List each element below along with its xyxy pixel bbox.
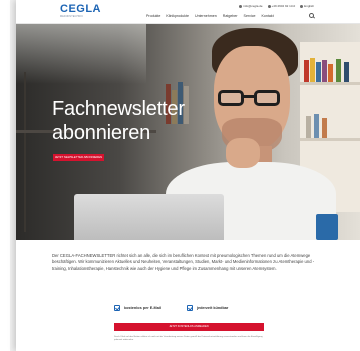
phone-icon <box>267 4 271 8</box>
hero-mug <box>316 214 338 240</box>
checkbox-check-icon <box>186 305 193 311</box>
search-icon[interactable] <box>309 13 314 18</box>
hero-window-light <box>16 24 146 84</box>
feature-label: jederzeit kündbar <box>196 306 229 310</box>
subscribe-newsletter-button[interactable]: JETZT NEWSLETTER ABONNIEREN <box>53 154 104 161</box>
signup-cta-button[interactable]: JETZT KOSTENLOS ANMELDEN <box>114 323 264 331</box>
nav-item-ratgeber[interactable]: Ratgeber <box>223 14 238 18</box>
main-nav: Produkte Klinikprodukte Unternehmen Ratg… <box>146 14 274 18</box>
website-page: CEGLA MEDIZINTECHNIK info@cegla.de +49 2… <box>16 0 360 351</box>
logo-wordmark: CEGLA <box>60 3 101 15</box>
hero-title-line1: Fachnewsletter <box>52 98 185 120</box>
utility-email-label: info@cegla.de <box>243 4 263 8</box>
hero-bookshelf-left <box>24 72 26 232</box>
nav-item-kontakt[interactable]: Kontakt <box>262 14 274 18</box>
nav-item-klinikprodukte[interactable]: Klinikprodukte <box>166 14 189 18</box>
utility-phone-label: +49 2602 92 13-0 <box>271 4 296 8</box>
utility-language[interactable]: English <box>300 4 314 8</box>
hero-title-line2: abonnieren <box>52 122 151 144</box>
cegla-logo[interactable]: CEGLA MEDIZINTECHNIK <box>60 4 104 19</box>
checkbox-check-icon <box>114 305 120 311</box>
hero-banner: Fachnewsletter abonnieren JETZT NEWSLETT… <box>16 24 360 240</box>
feature-free-email: kostenlos per E-Mail <box>114 305 161 311</box>
nav-item-unternehmen[interactable]: Unternehmen <box>195 14 217 18</box>
feature-list: kostenlos per E-Mail jederzeit kündbar <box>114 305 228 311</box>
nav-item-service[interactable]: Service <box>244 14 256 18</box>
site-header: CEGLA MEDIZINTECHNIK info@cegla.de +49 2… <box>16 0 360 24</box>
feature-cancel-anytime: jederzeit kündbar <box>186 305 229 311</box>
hero-laptop <box>74 194 224 240</box>
feature-label: kostenlos per E-Mail <box>124 306 161 310</box>
privacy-notice: Durch Klick auf den Button erkläre ich m… <box>114 336 263 342</box>
utility-language-label: English <box>304 4 314 8</box>
logo-tagline: MEDIZINTECHNIK <box>60 15 84 18</box>
utility-bar: info@cegla.de +49 2602 92 13-0 English <box>239 4 314 8</box>
language-icon <box>300 4 304 8</box>
hero-glasses-right <box>254 90 280 106</box>
nav-item-produkte[interactable]: Produkte <box>146 14 160 18</box>
hero-title: Fachnewsletter abonnieren <box>52 97 252 145</box>
utility-phone[interactable]: +49 2602 92 13-0 <box>267 4 296 8</box>
newsletter-intro-text: Der CEGLA-FACHNEWSLETTER richtet sich an… <box>52 253 315 271</box>
utility-email[interactable]: info@cegla.de <box>239 4 263 8</box>
email-icon <box>239 4 243 8</box>
